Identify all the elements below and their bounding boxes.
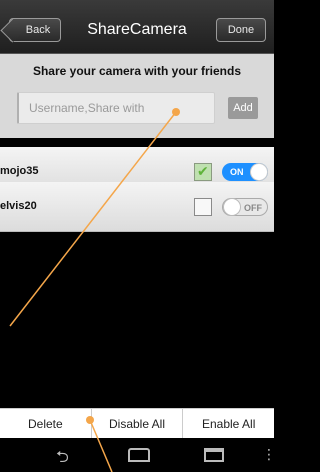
enable-all-button[interactable]: Enable All [183,409,274,438]
share-panel: Share your camera with your friends User… [0,54,274,138]
nav-back-icon[interactable]: ⮌ [56,446,69,472]
add-button[interactable]: Add [228,97,258,119]
nav-home-icon[interactable] [128,448,150,462]
select-checkbox[interactable] [194,163,212,181]
toggle-knob [250,163,268,181]
page-title: ShareCamera [87,21,187,38]
disable-all-button[interactable]: Disable All [92,409,184,438]
toggle-label: OFF [244,203,262,213]
toggle-knob [223,198,241,216]
nav-menu-icon[interactable]: ⋮ [262,446,276,463]
user-row-elvis20: elvis20 OFF [0,182,274,232]
delete-button[interactable]: Delete [0,409,92,438]
nav-recent-apps-icon[interactable] [204,448,224,462]
title-bar: Back ShareCamera Done [0,0,274,54]
share-toggle[interactable]: OFF [222,198,268,216]
share-toggle[interactable]: ON [222,163,268,181]
username-label: elvis20 [0,200,37,212]
select-checkbox[interactable] [194,198,212,216]
system-nav-bar: ⮌ ⋮ [0,438,276,472]
share-heading: Share your camera with your friends [32,64,242,78]
username-input[interactable]: Username,Share with [17,92,215,124]
username-label: mojo35 [0,165,39,177]
bottom-action-bar: Delete Disable All Enable All [0,408,274,438]
back-button-label: Back [25,24,51,36]
done-button[interactable]: Done [216,18,266,42]
toggle-label: ON [230,167,244,177]
back-button[interactable]: Back [9,18,61,42]
